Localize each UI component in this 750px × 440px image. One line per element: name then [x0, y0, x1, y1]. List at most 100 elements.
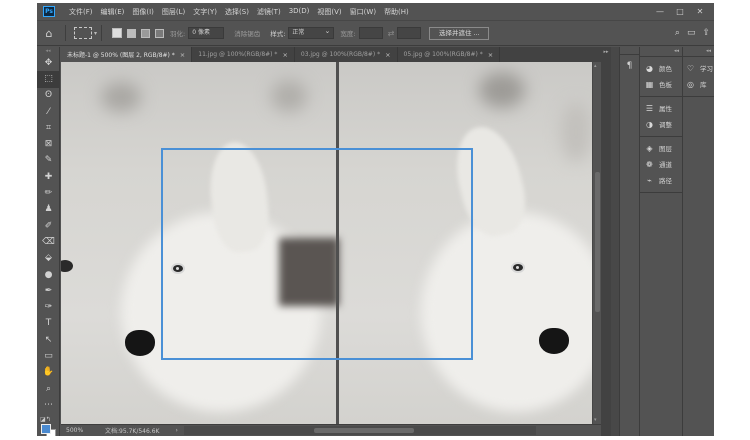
scroll-thumb[interactable] [313, 428, 414, 433]
share-icon[interactable]: ⇪ [702, 28, 710, 38]
panel-collapse-strip[interactable]: ▸▸ [601, 47, 611, 436]
zoom-level[interactable]: 500% [61, 427, 89, 434]
panel-color[interactable]: ◕ 颜色 [640, 60, 682, 76]
menu-help[interactable]: 帮助(H) [380, 7, 413, 17]
rectangle-tool-icon[interactable]: ▭ [37, 348, 60, 364]
scroll-up-icon[interactable]: ▴ [594, 63, 597, 69]
panel-properties[interactable]: ☰ 属性 [640, 100, 682, 116]
fox-eye-edge [61, 260, 73, 272]
status-menu-icon[interactable]: › [175, 427, 177, 434]
separator [65, 25, 66, 41]
panel-learn[interactable]: ♡ 学习 [683, 60, 714, 76]
panel-paths[interactable]: ⌁ 路径 [640, 172, 682, 188]
move-tool-icon[interactable]: ✥ [37, 55, 60, 71]
panel-adjustments[interactable]: ◑ 调整 [640, 116, 682, 132]
vertical-scrollbar[interactable]: ▴ ▾ [592, 62, 601, 424]
crop-tool-icon[interactable]: ⌗ [37, 120, 60, 136]
hand-tool-icon[interactable]: ✋ [37, 365, 60, 381]
menu-layer[interactable]: 图层(L) [158, 7, 189, 17]
default-colors-icon[interactable]: ◪↰ [40, 416, 51, 423]
menu-select[interactable]: 选择(S) [221, 7, 253, 17]
panel-layers[interactable]: ◈ 图层 [640, 140, 682, 156]
history-brush-tool-icon[interactable]: ✐ [37, 218, 60, 234]
menu-file[interactable]: 文件(F) [65, 7, 97, 17]
libraries-icon: ◎ [687, 79, 694, 89]
panel-label: 属性 [659, 105, 672, 113]
width-input[interactable] [358, 27, 383, 39]
frame-tool-icon[interactable]: ⊠ [37, 136, 60, 152]
panel-header: ◂◂ [683, 47, 714, 57]
close-tab-icon[interactable]: × [180, 51, 185, 59]
add-selection-mode-button[interactable] [127, 28, 137, 38]
menu-image[interactable]: 图像(I) [128, 7, 158, 17]
chevron-down-icon[interactable]: ▾ [94, 30, 97, 37]
feather-label: 羽化: [170, 30, 186, 38]
paragraph-icon[interactable]: ¶ [620, 61, 639, 71]
clone-stamp-tool-icon[interactable]: ♟ [37, 202, 60, 218]
healing-brush-tool-icon[interactable]: ✚ [37, 169, 60, 185]
new-selection-mode-button[interactable] [112, 28, 123, 38]
feather-input[interactable]: 0 像素 [188, 27, 225, 39]
marquee-preset-icon[interactable] [74, 27, 92, 39]
brush-tool-icon[interactable]: ✏ [37, 185, 60, 201]
height-input[interactable] [397, 27, 422, 39]
panel-column-narrow: ¶ [619, 47, 639, 436]
fox-eye [511, 262, 525, 273]
marquee-selection[interactable] [161, 148, 473, 360]
panel-grip[interactable]: ◂◂ [37, 47, 59, 55]
workspace-icon[interactable]: ▭ [687, 28, 696, 38]
style-select[interactable]: 正常 [288, 26, 335, 39]
close-tab-icon[interactable]: × [385, 51, 390, 59]
close-tab-icon[interactable]: × [282, 51, 287, 59]
scroll-down-icon[interactable]: ▾ [594, 417, 597, 423]
pen-tool-icon[interactable]: ✑ [37, 299, 60, 315]
panel-group-properties: ☰ 属性 ◑ 调整 [640, 97, 682, 137]
tab-05-jpg[interactable]: 05.jpg @ 100%(RGB/8#) * × [398, 47, 501, 62]
foreground-color-swatch[interactable] [41, 423, 51, 434]
intersect-selection-mode-button[interactable] [155, 28, 165, 38]
maximize-button[interactable]: □ [670, 7, 690, 16]
panel-libraries[interactable]: ◎ 库 [683, 76, 714, 92]
blur-tool-icon[interactable]: ● [37, 267, 60, 283]
swatches-icon: ▦ [645, 79, 654, 89]
tab-11-jpg[interactable]: 11.jpg @ 100%(RGB/8#) * × [192, 47, 295, 62]
zoom-tool-icon[interactable]: ⌕ [37, 381, 60, 397]
menu-3d[interactable]: 3D(D) [285, 7, 314, 17]
eyedropper-tool-icon[interactable]: ✎ [37, 153, 60, 169]
expand-icon[interactable]: ▸▸ [601, 49, 611, 55]
lasso-tool-icon[interactable]: ʘ [37, 88, 60, 104]
tab-untitled-1[interactable]: 未标题-1 @ 500% (图层 2, RGB/8#) * × [61, 47, 193, 62]
antialias-checkbox[interactable]: 消除锯齿 [234, 28, 260, 38]
separator [101, 25, 103, 41]
doc-size: 文档:95.7K/546.6K [105, 428, 160, 435]
search-icon[interactable]: ⌕ [675, 28, 680, 38]
tab-03-jpg[interactable]: 03.jpg @ 100%(RGB/8#) * × [295, 47, 398, 62]
rectangular-marquee-tool-icon[interactable]: ⬚ [37, 71, 60, 88]
panel-header: ◂◂ [640, 47, 682, 57]
panel-channels[interactable]: ❁ 通道 [640, 156, 682, 172]
menu-window[interactable]: 窗口(W) [346, 7, 380, 17]
menu-type[interactable]: 文字(Y) [189, 7, 221, 17]
more-tools-icon[interactable]: ⋯ [37, 397, 60, 413]
menu-filter[interactable]: 滤镜(T) [253, 7, 285, 17]
dodge-tool-icon[interactable]: ✒ [37, 283, 60, 299]
subtract-selection-mode-button[interactable] [141, 28, 151, 38]
horizontal-scrollbar[interactable] [183, 426, 536, 435]
path-selection-tool-icon[interactable]: ↖ [37, 332, 60, 348]
home-icon[interactable]: ⌂ [37, 27, 61, 40]
paint-bucket-tool-icon[interactable]: ⬙ [37, 251, 60, 267]
select-and-mask-button[interactable]: 选择并遮住 ... [429, 26, 490, 40]
background-blur [479, 72, 525, 108]
swap-icon[interactable]: ⇄ [388, 29, 395, 38]
eraser-tool-icon[interactable]: ⌫ [37, 234, 60, 250]
minimize-button[interactable]: — [650, 7, 670, 16]
scroll-thumb[interactable] [595, 172, 600, 312]
quick-selection-tool-icon[interactable]: ⁄ [37, 104, 60, 120]
panel-swatches[interactable]: ▦ 色板 [640, 76, 682, 92]
menu-edit[interactable]: 编辑(E) [97, 7, 129, 17]
close-tab-icon[interactable]: × [488, 51, 493, 59]
document-canvas[interactable] [61, 62, 592, 424]
type-tool-icon[interactable]: T [37, 316, 60, 332]
menu-view[interactable]: 视图(V) [313, 7, 345, 17]
close-button[interactable]: ✕ [690, 7, 710, 16]
